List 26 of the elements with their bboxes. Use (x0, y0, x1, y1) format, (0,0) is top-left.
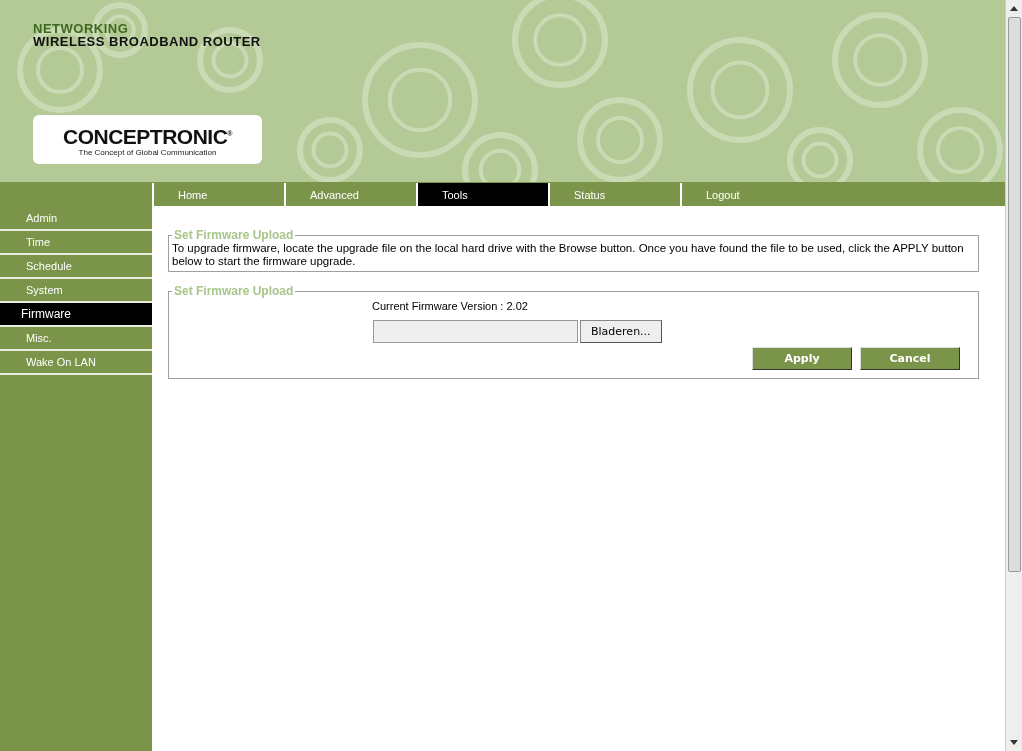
scroll-up-icon[interactable] (1010, 6, 1018, 11)
action-button[interactable]: Apply (752, 347, 852, 370)
sidebar-item[interactable]: Time (0, 231, 152, 255)
action-button[interactable]: Cancel (860, 347, 960, 370)
nav-tab[interactable]: Status (548, 183, 680, 206)
section-title: Set Firmware Upload (173, 284, 295, 298)
scrollbar[interactable] (1005, 0, 1022, 751)
scroll-thumb[interactable] (1007, 17, 1021, 572)
brand-name: CONCEPTRONIC (63, 124, 228, 148)
sidebar-item[interactable]: Firmware (0, 303, 152, 327)
browse-button[interactable]: Bladeren... (580, 320, 662, 343)
scroll-down-icon[interactable] (1010, 740, 1018, 745)
nav-tab[interactable]: Logout (680, 183, 812, 206)
section-title: Set Firmware Upload (173, 228, 295, 242)
nav-tab[interactable]: Home (152, 183, 284, 206)
sidebar-item[interactable]: Wake On LAN (0, 351, 152, 375)
product-title: WIRELESS BROADBAND ROUTER (33, 35, 261, 49)
category-title: NETWORKING (33, 22, 130, 35)
firmware-version-text: Current Firmware Version : 2.02 (372, 300, 529, 312)
brand-tagline: The Concept of Global Communication (78, 147, 217, 157)
sidebar-item[interactable]: Misc. (0, 327, 152, 351)
sidebar-item[interactable]: Admin (0, 207, 152, 231)
nav-tab[interactable]: Tools (416, 183, 548, 206)
sidebar-item[interactable]: Schedule (0, 255, 152, 279)
file-path-field[interactable] (373, 320, 578, 343)
instructions-text: To upgrade firmware, locate the upgrade file on the local hard drive with the Browse button. Once you have found the file to be used, click the APPLY button below to start the firmware upgrade. (172, 242, 965, 268)
